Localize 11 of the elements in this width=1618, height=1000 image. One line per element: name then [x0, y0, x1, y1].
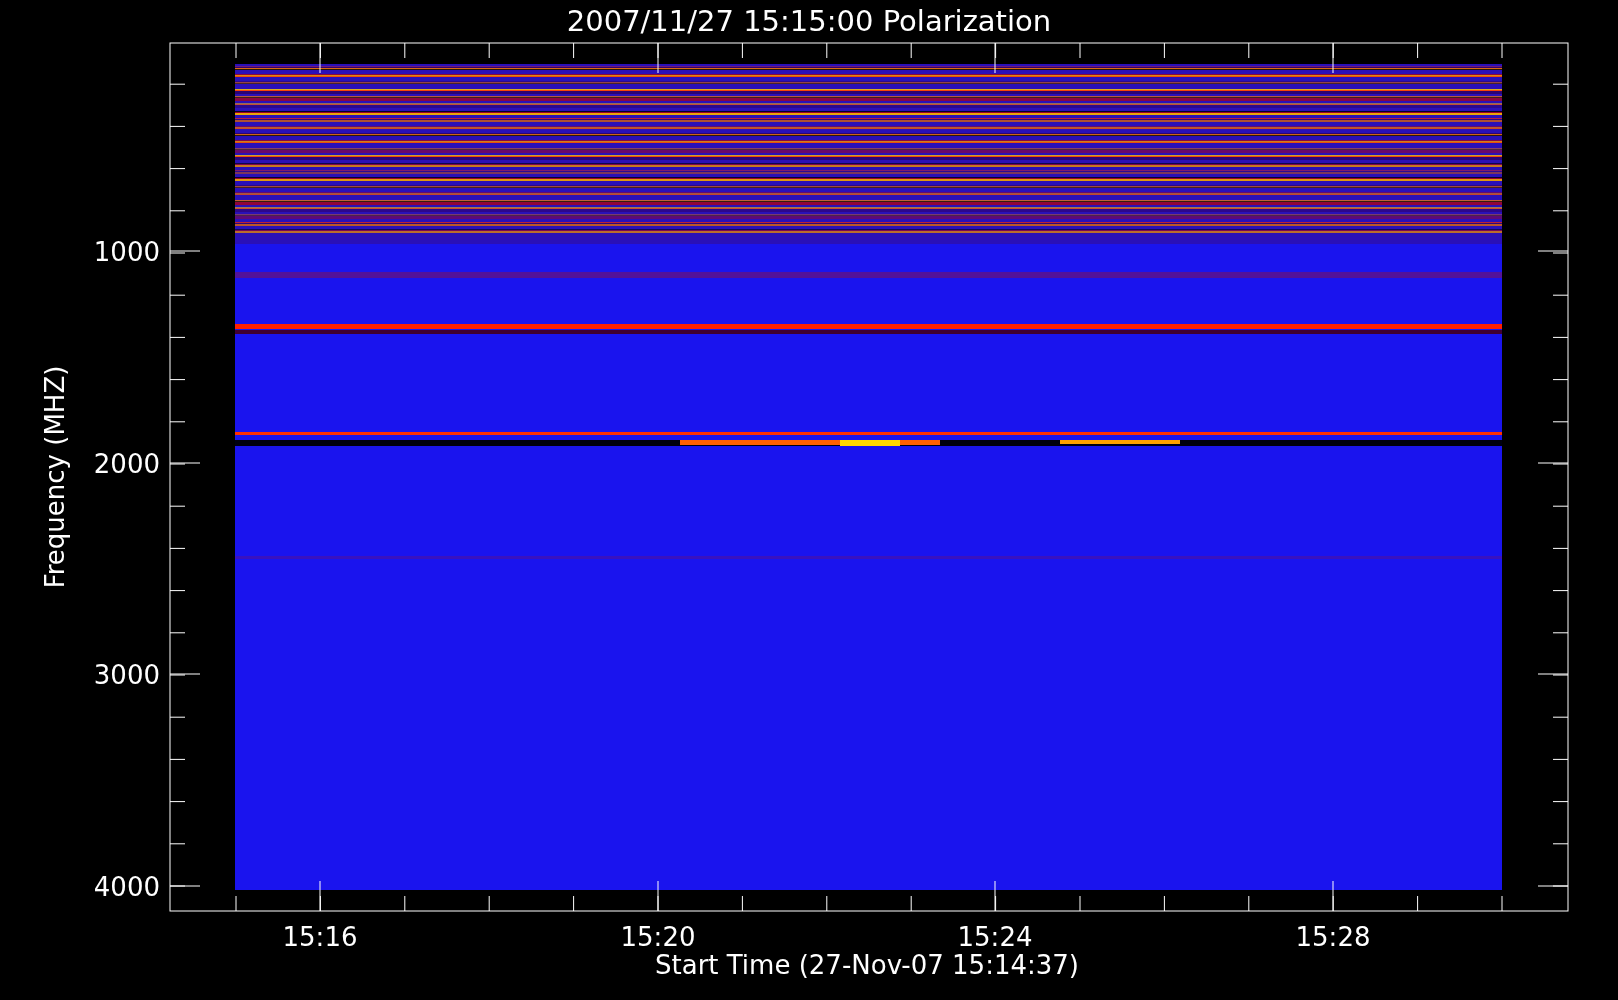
x-tick-label: 15:20: [620, 922, 696, 952]
x-tick-label: 15:16: [282, 922, 358, 952]
x-tick-label: 15:24: [957, 922, 1033, 952]
x-tick-label: 15:28: [1295, 922, 1371, 952]
y-tick-label: 2000: [93, 449, 160, 479]
y-tick-label: 3000: [93, 660, 160, 690]
y-axis-label: Frequency (MHZ): [40, 365, 70, 589]
y-tick-label: 1000: [93, 237, 160, 267]
plot-title: 2007/11/27 15:15:00 Polarization: [566, 4, 1052, 38]
y-tick-label: 4000: [93, 872, 160, 902]
x-axis-label: Start Time (27-Nov-07 15:14:37): [655, 950, 1079, 980]
